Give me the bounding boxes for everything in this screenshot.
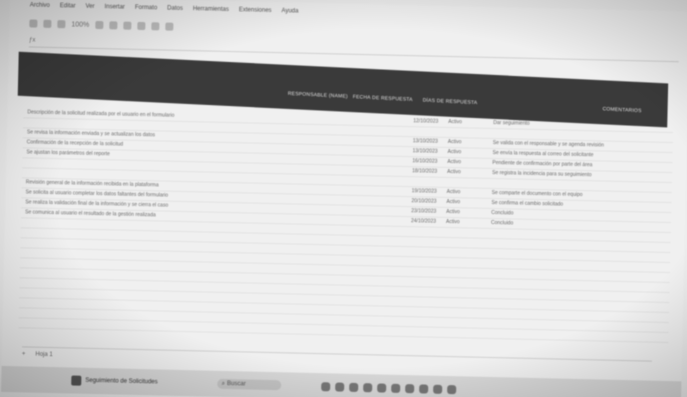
header-comentarios[interactable]: COMENTARIOS xyxy=(603,106,642,114)
row-status[interactable]: Activo xyxy=(447,189,467,195)
header-dias[interactable]: DÍAS DE RESPUESTA xyxy=(423,97,478,106)
row-date[interactable]: 24/10/2023 xyxy=(411,218,445,225)
row-date[interactable]: 13/10/2023 xyxy=(413,138,447,145)
row-note[interactable]: Se comparte el documento con el equipo xyxy=(492,190,662,200)
italic-icon[interactable] xyxy=(109,21,118,30)
row-status[interactable]: Activo xyxy=(447,169,467,175)
menu-item[interactable]: Extensiones xyxy=(239,7,272,18)
menu-item[interactable]: Insertar xyxy=(104,4,124,14)
menu-item[interactable]: Archivo xyxy=(30,2,50,12)
row-status[interactable]: Activo xyxy=(448,149,468,155)
menu-bar: Archivo Editar Ver Insertar Formato Datos Herr… xyxy=(30,2,299,18)
row-note[interactable]: Se envía la respuesta al correo del soli… xyxy=(492,150,662,160)
search-icon: ⌕ xyxy=(221,380,226,387)
row-status[interactable]: Activo xyxy=(446,219,466,225)
row-status[interactable]: Activo xyxy=(446,199,466,205)
sheet-tab-active[interactable]: Hoja 1 xyxy=(35,352,52,358)
pinned-app-icon[interactable] xyxy=(363,382,373,392)
text-color-icon[interactable] xyxy=(123,21,132,30)
zoom-select[interactable]: 100% xyxy=(71,21,89,28)
print-icon[interactable] xyxy=(57,20,66,29)
row-date[interactable]: 16/10/2023 xyxy=(412,158,446,165)
row-date[interactable]: 23/10/2023 xyxy=(411,208,445,215)
bold-icon[interactable] xyxy=(95,20,104,30)
menu-item[interactable]: Herramientas xyxy=(193,6,229,17)
fill-color-icon[interactable] xyxy=(137,21,146,31)
undo-icon[interactable] xyxy=(29,19,38,28)
data-grid: Descripción de la solicitud realizada po… xyxy=(18,108,674,363)
align-icon[interactable] xyxy=(165,22,174,31)
row-note[interactable]: Concluido xyxy=(491,210,661,220)
header-responsable[interactable]: RESPONSABLE (NAME) xyxy=(288,91,348,100)
pinned-app-icon[interactable] xyxy=(377,382,387,393)
pinned-app-icon[interactable] xyxy=(433,384,443,394)
add-sheet-icon[interactable]: + xyxy=(22,351,26,357)
row-date[interactable]: 18/10/2023 xyxy=(412,168,446,175)
taskbar-search[interactable]: ⌕ Buscar xyxy=(217,378,282,391)
row-note[interactable]: Se confirma el cambio solicitado xyxy=(491,200,661,210)
pinned-app-icon[interactable] xyxy=(349,382,359,392)
browser-icon xyxy=(71,375,82,386)
row-status[interactable]: Activo xyxy=(446,209,466,215)
menu-item[interactable]: Datos xyxy=(167,6,183,16)
row-date[interactable]: 19/10/2023 xyxy=(412,188,446,195)
fx-icon: ƒx xyxy=(28,37,36,44)
pinned-app-icon[interactable] xyxy=(391,383,401,393)
pinned-app-icon[interactable] xyxy=(335,381,345,392)
row-date[interactable]: 13/10/2023 xyxy=(413,148,447,155)
row-status[interactable]: Activo xyxy=(448,119,468,125)
menu-item[interactable]: Editar xyxy=(60,3,76,13)
row-note[interactable]: Dar seguimiento xyxy=(493,120,663,130)
menu-item[interactable]: Ver xyxy=(85,4,94,14)
row-note[interactable]: Se valida con el responsable y se agenda… xyxy=(493,140,663,150)
row-status[interactable]: Activo xyxy=(448,139,468,145)
taskbar-app-label: Seguimiento de Solicitudes xyxy=(85,377,158,386)
taskbar-app[interactable]: Seguimiento de Solicitudes xyxy=(71,375,158,387)
pinned-app-icon[interactable] xyxy=(447,384,457,394)
row-date[interactable] xyxy=(413,128,447,129)
taskbar-pinned-apps xyxy=(321,381,457,394)
row-date[interactable] xyxy=(412,178,446,179)
pinned-app-icon[interactable] xyxy=(321,381,331,391)
borders-icon[interactable] xyxy=(151,22,160,31)
header-fecha[interactable]: FECHA DE RESPUESTA xyxy=(353,94,413,103)
row-note[interactable]: Se registra la incidencia para su seguim… xyxy=(492,170,662,180)
pinned-app-icon[interactable] xyxy=(405,383,415,393)
menu-item[interactable]: Ayuda xyxy=(281,8,298,18)
row-date[interactable]: 12/10/2023 xyxy=(413,118,447,125)
spreadsheet-window: Archivo Editar Ver Insertar Formato Datos Herr… xyxy=(1,0,687,397)
taskbar-search-label: Buscar xyxy=(226,381,246,388)
menu-item[interactable]: Formato xyxy=(135,5,157,16)
redo-icon[interactable] xyxy=(43,19,52,28)
row-status[interactable]: Activo xyxy=(447,159,467,165)
row-date[interactable]: 20/10/2023 xyxy=(411,198,445,205)
pinned-app-icon[interactable] xyxy=(419,383,429,394)
photo-of-monitor: Archivo Editar Ver Insertar Formato Datos Herr… xyxy=(0,0,687,397)
row-note[interactable]: Concluido xyxy=(491,220,661,230)
row-note[interactable]: Pendiente de confirmación por parte del … xyxy=(492,160,662,170)
